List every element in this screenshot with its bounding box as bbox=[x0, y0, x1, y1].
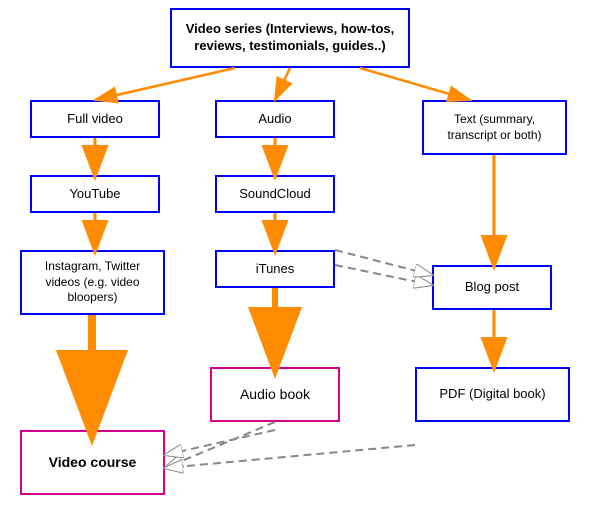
video-series-box: Video series (Interviews, how-tos, revie… bbox=[170, 8, 410, 68]
instagram-box: Instagram, Twitter videos (e.g. video bl… bbox=[20, 250, 165, 315]
video-course-box: Video course bbox=[20, 430, 165, 495]
diagram: Video series (Interviews, how-tos, revie… bbox=[0, 0, 602, 523]
youtube-box: YouTube bbox=[30, 175, 160, 213]
audio-box: Audio bbox=[215, 100, 335, 138]
text-box: Text (summary, transcript or both) bbox=[422, 100, 567, 155]
blog-post-box: Blog post bbox=[432, 265, 552, 310]
full-video-box: Full video bbox=[30, 100, 160, 138]
itunes-box: iTunes bbox=[215, 250, 335, 288]
soundcloud-box: SoundCloud bbox=[215, 175, 335, 213]
pdf-box: PDF (Digital book) bbox=[415, 367, 570, 422]
audio-book-box: Audio book bbox=[210, 367, 340, 422]
